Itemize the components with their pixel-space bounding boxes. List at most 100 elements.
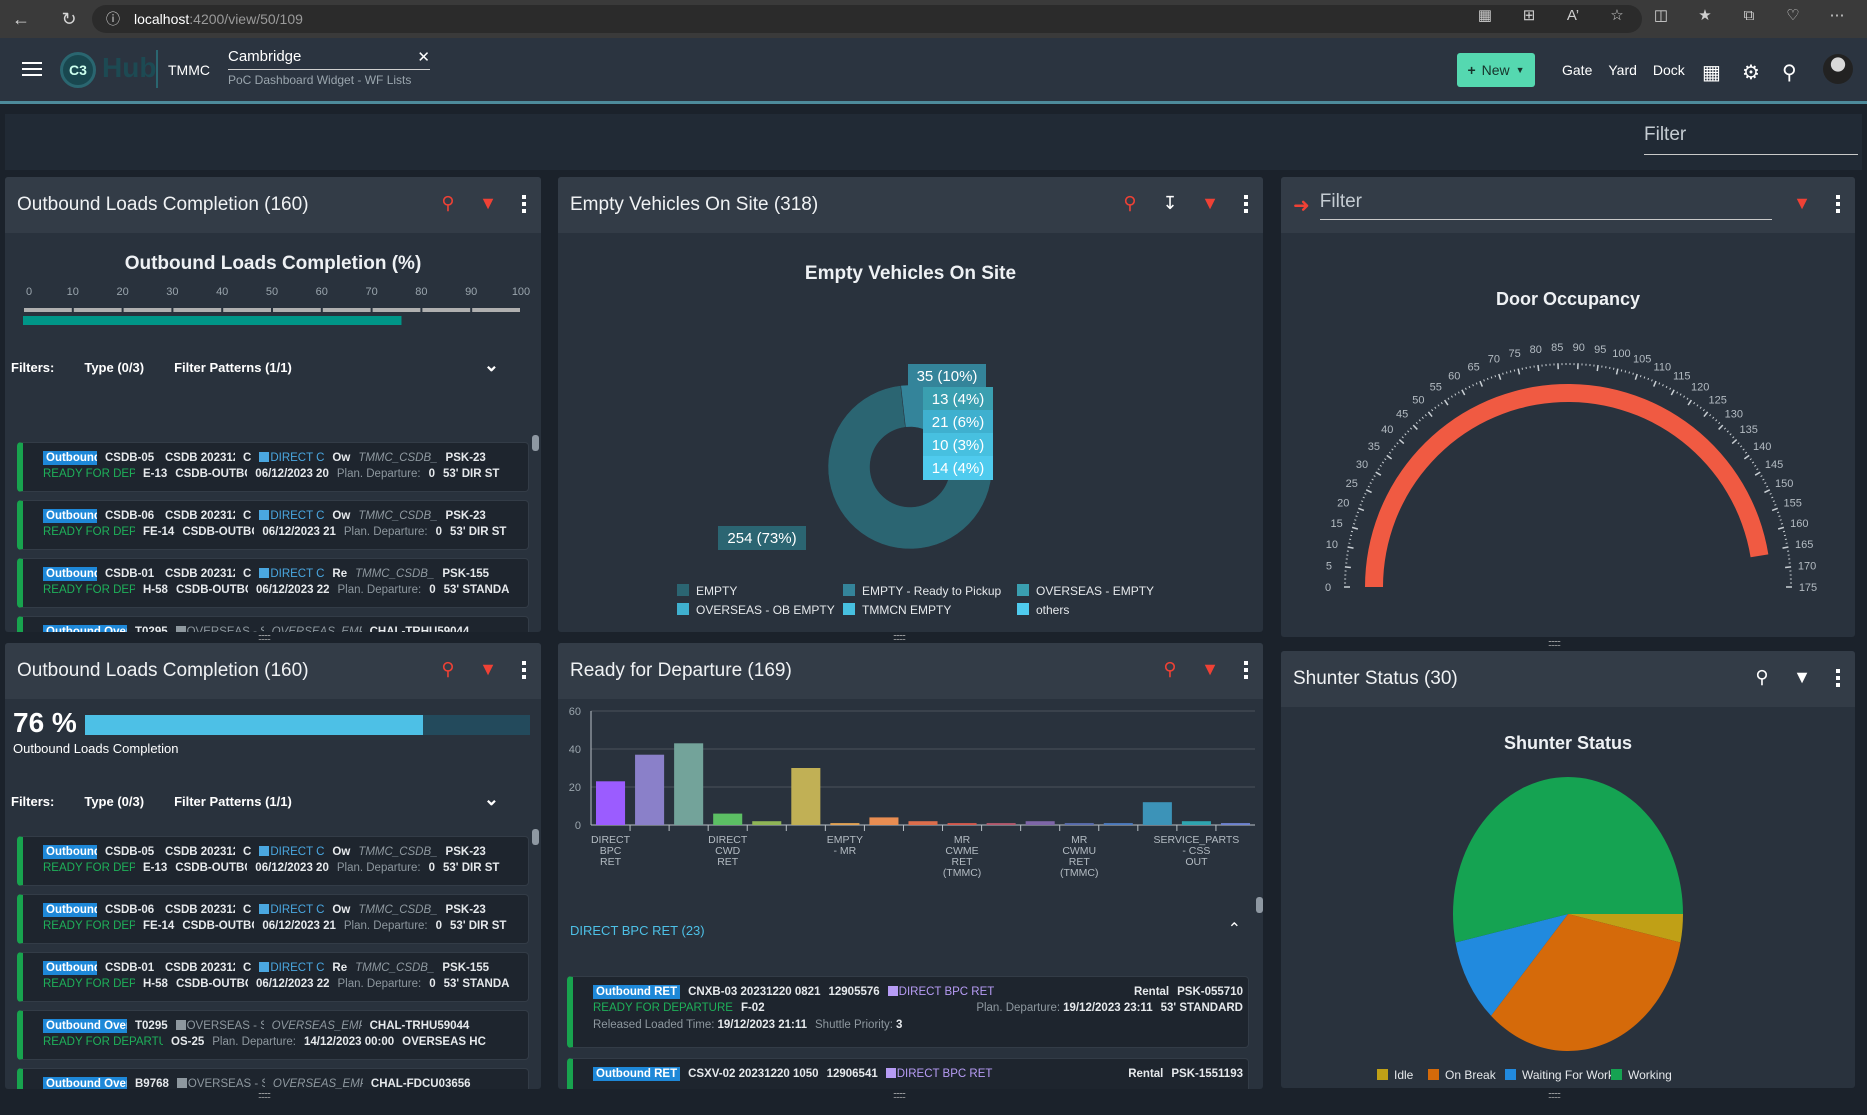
- card-row-2: READY FOR DEPAI FE-14 CSDB-OUTBOU 06/12/202…: [43, 526, 506, 538]
- search-icon[interactable]: ⚲: [1119, 193, 1141, 214]
- avatar[interactable]: [1823, 54, 1853, 84]
- gauge-tick: [1381, 461, 1385, 464]
- health-icon[interactable]: ♡: [1777, 6, 1809, 24]
- list-item[interactable]: Outbound CSDB-05 2023 CSDB 2023120 C DIRECT …: [17, 442, 529, 492]
- scrollbar[interactable]: [532, 829, 539, 845]
- legend-swatch: [843, 603, 855, 615]
- filter-icon[interactable]: ▼: [1791, 193, 1813, 214]
- legend-label: others: [1036, 603, 1069, 617]
- resize-handle[interactable]: ::::::::: [258, 1090, 271, 1100]
- filter-icon[interactable]: ▼: [1791, 667, 1813, 688]
- scrollbar[interactable]: [1256, 897, 1263, 913]
- filter-icon[interactable]: ▼: [1199, 193, 1221, 214]
- resize-handle[interactable]: ::::::::: [893, 632, 906, 642]
- plan-departure-label: Plan. Departure:: [336, 468, 421, 480]
- carrier: OVERSEAS_EMPTY_: [271, 626, 362, 632]
- resize-handle[interactable]: ::::::::: [1548, 638, 1561, 648]
- search-icon[interactable]: ⚲: [1751, 667, 1773, 688]
- more-icon[interactable]: ⋯: [1821, 6, 1853, 24]
- route: CSDB-OUTBOL: [175, 584, 248, 596]
- resize-handle[interactable]: ::::::::: [258, 632, 271, 642]
- nav-gate[interactable]: Gate: [1562, 62, 1592, 78]
- more-vert-icon[interactable]: [1831, 194, 1845, 213]
- scrollbar[interactable]: [532, 435, 539, 451]
- back-icon[interactable]: ←: [8, 6, 34, 32]
- plan-departure: 0: [429, 978, 436, 990]
- door-filter-input[interactable]: Filter: [1319, 191, 1772, 220]
- gauge-tick: [1443, 399, 1449, 406]
- gauge-tick: [1347, 546, 1354, 549]
- shuttle-priority: 3: [895, 1019, 903, 1031]
- card-row-1: Outbound Overse T0295 OVERSEAS - SE OVERSEA…: [43, 1019, 469, 1033]
- plan-departure-label: Plan. Departure:: [212, 1036, 296, 1048]
- favorites-icon[interactable]: ★: [1689, 6, 1721, 24]
- type-badge: Outbound: [43, 845, 97, 859]
- ownership: Rental: [1133, 986, 1170, 998]
- list-item[interactable]: Outbound CSDB-06 2023 CSDB 2023120 C DIRECT …: [17, 500, 529, 550]
- nav-dock[interactable]: Dock: [1653, 62, 1685, 78]
- gauge-tick: [1358, 507, 1365, 512]
- category-swatch: [175, 626, 186, 632]
- load-code: C: [243, 962, 252, 974]
- list-item[interactable]: Outbound CSDB-05 2023 CSDB 2023120 C DIRECT …: [17, 836, 529, 886]
- type-badge: Outbound: [43, 903, 97, 917]
- legend-label: EMPTY - Ready to Pickup: [862, 584, 1001, 598]
- card-row-3: Released Loaded Time: 19/12/2023 21:11 Shu…: [593, 1019, 902, 1031]
- app-grid-icon[interactable]: ▦: [1469, 6, 1501, 24]
- list-item[interactable]: Outbound CSDB-01 2023 CSDB 2023120 C DIRECT …: [17, 952, 529, 1002]
- gauge-tick: [1658, 382, 1661, 385]
- collections-icon[interactable]: ⧉: [1733, 7, 1765, 24]
- gauge-tick-label: 55: [1430, 382, 1442, 394]
- list-item[interactable]: Outbound RET CSXV-02 20231220 1050 1290654…: [567, 1058, 1249, 1089]
- card-row-2: READY FOR DEPA H-58 CSDB-OUTBOL 06/12/2023 …: [43, 978, 509, 990]
- search-icon[interactable]: ⚲: [1782, 60, 1797, 85]
- address-bar[interactable]: ⓘ localhost:4200/view/50/109: [92, 5, 1642, 33]
- more-vert-icon[interactable]: [1831, 668, 1845, 687]
- menu-icon[interactable]: [22, 62, 42, 78]
- gauge-tick-label: 10: [1326, 539, 1338, 551]
- list-item[interactable]: Outbound CSDB-01 2023 CSDB 2023120 C DIRECT …: [17, 558, 529, 608]
- nav-yard[interactable]: Yard: [1608, 62, 1637, 78]
- clear-icon[interactable]: ✕: [417, 48, 430, 66]
- trailer-type: 53' STANDA: [443, 584, 510, 596]
- info-icon[interactable]: ⓘ: [106, 9, 120, 29]
- new-button[interactable]: + New ▼: [1457, 53, 1535, 87]
- load-ref: CSDB 2023120: [165, 452, 235, 464]
- gauge-tick-label: 90: [1573, 342, 1585, 354]
- more-vert-icon[interactable]: [1239, 194, 1253, 213]
- legend-swatch: [1017, 584, 1029, 596]
- dashboard-filter-input[interactable]: Filter: [1644, 124, 1858, 155]
- plan-departure: 0: [435, 920, 443, 932]
- arrow-right-icon[interactable]: ➜: [1293, 193, 1310, 218]
- list-item[interactable]: Outbound RET CNXB-03 20231220 0821 1290557…: [567, 976, 1249, 1048]
- gear-icon[interactable]: ⚙: [1742, 60, 1760, 85]
- gauge-tick: [1353, 523, 1356, 525]
- gauge-tick: [1398, 439, 1405, 445]
- list-item[interactable]: Outbound Overse T0295 OVERSEAS - SE OVERSEA…: [17, 616, 529, 632]
- caret-down-icon: ▼: [1515, 65, 1525, 75]
- list-item[interactable]: Outbound CSDB-06 2023 CSDB 2023120 C DIRECT …: [17, 894, 529, 944]
- resize-handle[interactable]: ::::::::: [893, 1090, 906, 1100]
- split-screen-icon[interactable]: ◫: [1645, 6, 1677, 24]
- read-aloud-icon[interactable]: A’: [1557, 7, 1589, 24]
- widget-title: Empty Vehicles On Site (318): [570, 194, 819, 215]
- sort-icon[interactable]: ↧: [1159, 193, 1181, 214]
- gauge-tick: [1628, 371, 1631, 374]
- ownership: Ow: [332, 452, 351, 464]
- reload-icon[interactable]: ↻: [56, 6, 82, 32]
- list-item[interactable]: Outbound Overse T0295 OVERSEAS - SE OVERSEA…: [17, 1010, 529, 1060]
- context-selector[interactable]: Cambridge ✕ PoC Dashboard Widget - WF Lis…: [228, 48, 430, 87]
- list-item[interactable]: Outbound Overse B9768 OVERSEAS - SE OVERSEA…: [17, 1068, 529, 1089]
- gauge-tick: [1676, 391, 1679, 394]
- favorite-star-icon[interactable]: ☆: [1601, 6, 1633, 24]
- category: DIRECT C: [259, 452, 324, 464]
- legend-swatch: [1505, 1069, 1516, 1080]
- resize-handle[interactable]: ::::::::: [1548, 1090, 1561, 1100]
- apps-grid-icon[interactable]: ▦: [1702, 60, 1721, 85]
- type-badge: Outbound: [43, 451, 97, 465]
- trailer-id: PSK-23: [445, 510, 486, 522]
- gauge-tick: [1744, 451, 1748, 454]
- plan-departure: 19/12/2023 23:11: [1063, 1002, 1153, 1014]
- add-tab-icon[interactable]: ⊞: [1513, 6, 1545, 24]
- route: CSDB-OUTBOU: [175, 862, 247, 874]
